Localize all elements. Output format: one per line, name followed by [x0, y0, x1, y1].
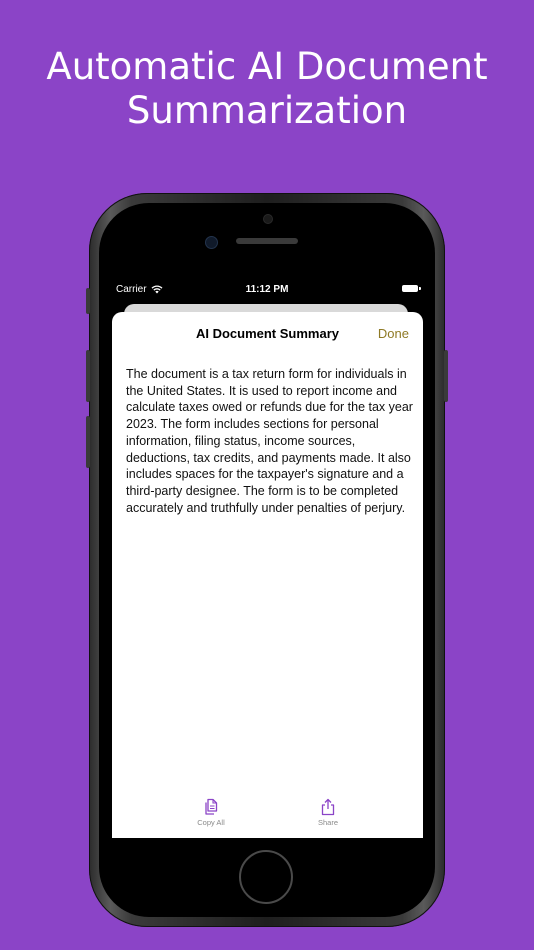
earpiece-speaker — [236, 238, 298, 244]
headline: Automatic AI Document Summarization — [0, 45, 534, 133]
bottom-toolbar: Copy All Share — [112, 794, 423, 838]
summary-sheet: AI Document Summary Done The document is… — [112, 312, 423, 838]
summary-text: The document is a tax return form for in… — [126, 367, 413, 515]
sheet-title: AI Document Summary — [195, 326, 340, 341]
front-camera — [263, 214, 273, 224]
status-time: 11:12 PM — [245, 284, 289, 295]
proximity-sensor — [205, 236, 218, 249]
copy-all-button[interactable]: Copy All — [171, 794, 251, 827]
battery-icon — [402, 285, 421, 292]
phone-screen: Carrier 11:12 PM AI Document Summary Don… — [104, 276, 430, 838]
mute-switch — [86, 288, 90, 314]
headline-line-2: Summarization — [126, 89, 408, 132]
share-label: Share — [317, 818, 338, 827]
done-button[interactable]: Done — [378, 326, 409, 341]
share-icon — [321, 798, 335, 816]
volume-down-button — [86, 416, 90, 468]
share-button[interactable]: Share — [288, 794, 368, 827]
copy-all-label: Copy All — [197, 818, 225, 827]
home-button[interactable] — [239, 850, 293, 904]
copy-icon — [205, 798, 218, 815]
headline-line-1: Automatic AI Document — [46, 45, 488, 88]
power-button — [444, 350, 448, 402]
status-bar: Carrier 11:12 PM — [104, 276, 430, 302]
volume-up-button — [86, 350, 90, 402]
